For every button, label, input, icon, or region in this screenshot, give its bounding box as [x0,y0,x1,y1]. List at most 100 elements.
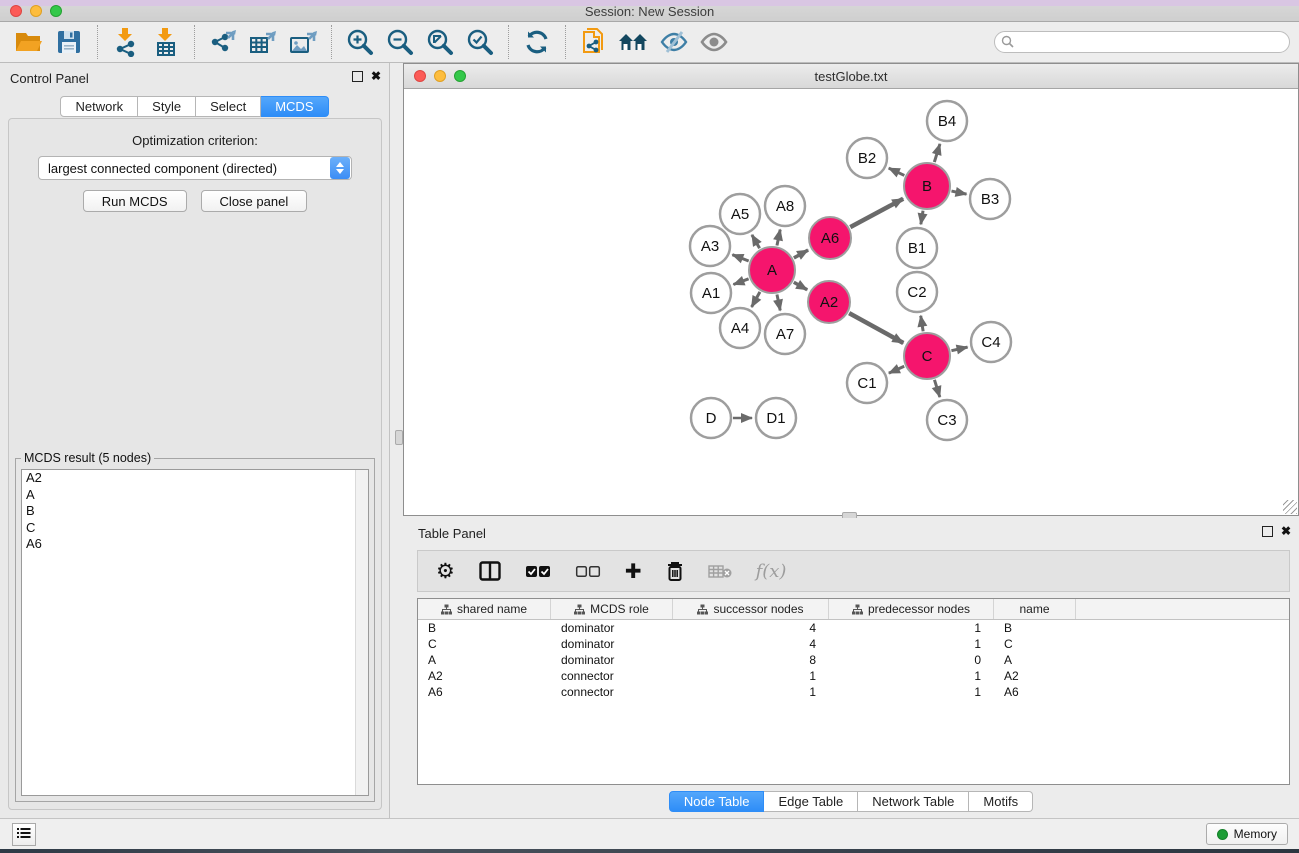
tab-edge-table[interactable]: Edge Table [764,791,858,812]
table-cell[interactable]: A6 [994,685,1076,699]
tab-network[interactable]: Network [60,96,138,117]
table-row[interactable]: A2connector11A2 [418,668,1289,684]
criterion-dropdown[interactable]: largest connected component (directed) [38,156,352,180]
graph-edge-B-B4[interactable] [934,144,940,162]
graph-node-C2[interactable]: C2 [897,272,937,312]
graph-node-C3[interactable]: C3 [927,400,967,440]
network-canvas[interactable]: ABCA2A6A1A3A4A5A7A8B1B2B3B4C1C2C3C4DD1 [404,89,1298,515]
table-cell[interactable]: 1 [829,669,994,683]
graph-node-A3[interactable]: A3 [690,226,730,266]
table-cell[interactable]: 1 [829,637,994,651]
tab-mcds[interactable]: MCDS [261,96,328,117]
float-panel-icon[interactable] [352,71,363,82]
table-row[interactable]: Bdominator41B [418,620,1289,636]
graph-node-A2[interactable]: A2 [808,281,850,323]
table-cell[interactable]: connector [551,685,673,699]
mcds-result-item[interactable]: A2 [22,470,368,487]
table-settings-icon[interactable]: ⚙ [436,561,455,581]
table-cell[interactable]: 1 [673,669,829,683]
table-cell[interactable]: 4 [673,621,829,635]
tab-node-table[interactable]: Node Table [669,791,765,812]
graph-node-B[interactable]: B [904,163,950,209]
export-table-icon[interactable] [243,24,283,60]
graph-edge-B-B1[interactable] [921,211,923,225]
graph-node-B1[interactable]: B1 [897,228,937,268]
zoom-out-icon[interactable] [380,24,420,60]
mcds-result-item[interactable]: A6 [22,536,368,553]
column-header-predecessor-nodes[interactable]: predecessor nodes [829,599,994,619]
mcds-result-item[interactable]: A [22,487,368,504]
close-panel-button[interactable]: Close panel [201,190,308,212]
table-row[interactable]: Cdominator41C [418,636,1289,652]
graph-node-A7[interactable]: A7 [765,314,805,354]
import-table-icon[interactable] [146,24,186,60]
table-cell[interactable]: A6 [418,685,551,699]
mcds-result-item[interactable]: B [22,503,368,520]
graph-node-B3[interactable]: B3 [970,179,1010,219]
mcds-result-list[interactable]: A2ABCA6 [21,469,369,796]
delete-column-trash-icon[interactable] [666,561,684,582]
graph-node-C1[interactable]: C1 [847,363,887,403]
table-cell[interactable]: B [418,621,551,635]
window-resize-grip[interactable] [1283,500,1297,514]
graph-node-B2[interactable]: B2 [847,138,887,178]
graph-edge-A-A3[interactable] [732,255,748,261]
table-row[interactable]: Adominator80A [418,652,1289,668]
network-window-titlebar[interactable]: testGlobe.txt [404,64,1298,89]
graph-node-A1[interactable]: A1 [691,273,731,313]
graph-edge-C-C4[interactable] [951,347,967,351]
table-cell[interactable]: A2 [994,669,1076,683]
refresh-icon[interactable] [517,24,557,60]
graph-edge-A-A6[interactable] [794,250,808,258]
tab-select[interactable]: Select [196,96,261,117]
table-cell[interactable]: dominator [551,621,673,635]
graph-edge-A-A5[interactable] [752,235,760,248]
import-network-icon[interactable] [106,24,146,60]
mcds-list-scrollbar[interactable] [355,470,368,795]
graph-edge-A6-B[interactable] [850,199,903,227]
save-session-icon[interactable] [49,24,89,60]
table-cell[interactable]: A2 [418,669,551,683]
graph-node-C4[interactable]: C4 [971,322,1011,362]
tab-motifs[interactable]: Motifs [969,791,1033,812]
hide-details-eye-icon[interactable] [654,24,694,60]
splitter-handle-vertical[interactable] [395,430,403,445]
table-cell[interactable]: 8 [673,653,829,667]
export-image-icon[interactable] [283,24,323,60]
graph-edge-A-A1[interactable] [733,279,748,285]
task-history-button[interactable] [12,823,36,846]
table-cell[interactable]: 1 [829,685,994,699]
graph-node-A6[interactable]: A6 [809,217,851,259]
table-row[interactable]: A6connector11A6 [418,684,1289,700]
graph-node-C[interactable]: C [904,333,950,379]
network-overview-home-icon[interactable] [614,24,654,60]
graph-edge-C-C3[interactable] [934,380,939,397]
close-panel-icon[interactable]: ✖ [371,71,381,82]
export-network-icon[interactable] [203,24,243,60]
table-cell[interactable]: 0 [829,653,994,667]
node-table[interactable]: shared nameMCDS rolesuccessor nodesprede… [417,598,1290,785]
graph-edge-A-A7[interactable] [777,294,780,310]
graph-node-D[interactable]: D [691,398,731,438]
column-header-name[interactable]: name [994,599,1076,619]
table-cell[interactable]: A [994,653,1076,667]
graph-edge-A-A4[interactable] [752,292,760,307]
table-cell[interactable]: 1 [673,685,829,699]
float-table-panel-icon[interactable] [1262,526,1273,537]
graph-edge-B-B3[interactable] [951,191,966,194]
graph-edge-C-C1[interactable] [889,366,904,373]
run-mcds-button[interactable]: Run MCDS [83,190,187,212]
graph-node-A4[interactable]: A4 [720,308,760,348]
zoom-fit-icon[interactable] [420,24,460,60]
table-cell[interactable]: A [418,653,551,667]
mcds-result-item[interactable]: C [22,520,368,537]
open-network-file-icon[interactable] [574,24,614,60]
table-cell[interactable]: B [994,621,1076,635]
table-cell[interactable]: dominator [551,637,673,651]
graph-edge-C-C2[interactable] [921,316,923,332]
column-header-shared-name[interactable]: shared name [418,599,551,619]
graph-edge-B-B2[interactable] [889,168,905,175]
graph-node-B4[interactable]: B4 [927,101,967,141]
graph-edge-A-A2[interactable] [794,282,807,290]
table-cell[interactable]: connector [551,669,673,683]
